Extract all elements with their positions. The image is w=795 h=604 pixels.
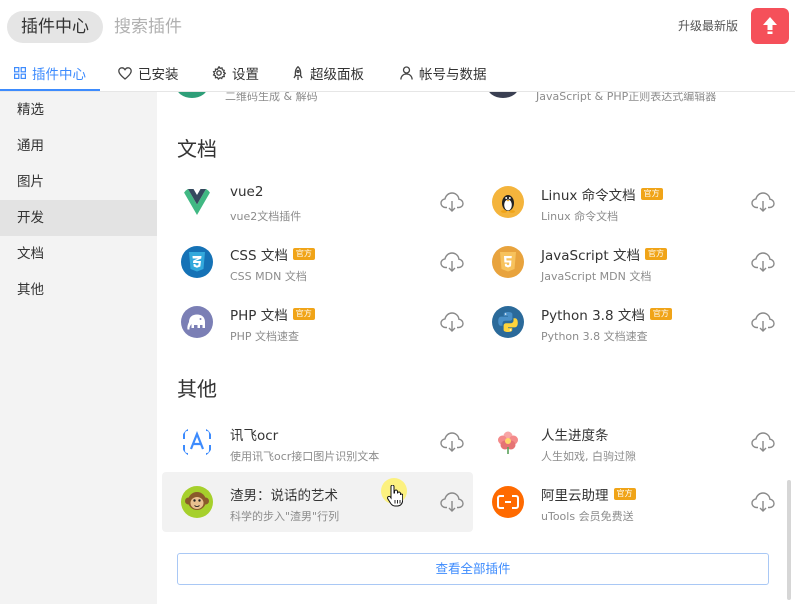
plugin-desc: Python 3.8 文档速查 bbox=[541, 330, 648, 343]
official-badge: 官方 bbox=[292, 308, 315, 320]
plugin-name: Python 3.8 文档 官方 bbox=[541, 304, 672, 324]
rocket-icon bbox=[293, 65, 303, 80]
cloud-download-icon[interactable] bbox=[440, 252, 464, 272]
header: 插件中心 升级最新版 bbox=[0, 0, 795, 54]
sidebar-item-docs[interactable]: 文档 bbox=[0, 236, 157, 272]
js-shield-icon bbox=[492, 246, 524, 278]
plugin-card-php-docs[interactable]: PHP 文档 官方 PHP 文档速查 bbox=[162, 292, 473, 352]
plugin-desc: 科学的步入"渣男"行列 bbox=[230, 510, 340, 523]
tab-account-data[interactable]: 帐号与数据 bbox=[400, 54, 487, 92]
plugin-name: PHP 文档 官方 bbox=[230, 304, 315, 324]
python-logo-icon bbox=[492, 306, 524, 338]
view-all-plugins-button[interactable]: 查看全部插件 bbox=[177, 553, 769, 585]
plugin-name: 讯飞ocr bbox=[230, 428, 279, 444]
plugin-name: 渣男：说话的艺术 bbox=[230, 488, 338, 504]
regex-plugin-icon bbox=[487, 92, 519, 98]
plugin-card-python-docs[interactable]: Python 3.8 文档 官方 Python 3.8 文档速查 bbox=[473, 292, 784, 352]
plugin-desc: vue2文档插件 bbox=[230, 210, 302, 223]
plugin-desc: PHP 文档速查 bbox=[230, 330, 300, 343]
sidebar-item-featured[interactable]: 精选 bbox=[0, 92, 157, 128]
plugin-desc: uTools 会员免费送 bbox=[541, 510, 634, 523]
cloud-download-icon[interactable] bbox=[440, 312, 464, 332]
user-icon bbox=[400, 66, 413, 80]
plugin-card-linux-docs[interactable]: Linux 命令文档 官方 Linux 命令文档 bbox=[473, 172, 784, 232]
ocr-scan-icon bbox=[181, 426, 213, 458]
cloud-download-icon[interactable] bbox=[440, 192, 464, 212]
scrollbar-thumb[interactable] bbox=[787, 480, 791, 600]
aliyun-icon bbox=[492, 486, 524, 518]
arrow-up-icon bbox=[763, 17, 777, 34]
qrcode-plugin-icon bbox=[176, 92, 208, 98]
plugin-desc: 二维码生成 & 解码 bbox=[225, 92, 318, 103]
plugin-desc: Linux 命令文档 bbox=[541, 210, 619, 223]
plugin-card-css-docs[interactable]: CSS 文档 官方 CSS MDN 文档 bbox=[162, 232, 473, 292]
active-tab-indicator bbox=[0, 89, 100, 91]
plugin-card-life-progress[interactable]: 人生进度条 人生如戏, 白驹过隙 bbox=[473, 412, 784, 472]
tab-label: 超级面板 bbox=[310, 67, 364, 83]
upgrade-label[interactable]: 升级最新版 bbox=[678, 17, 738, 34]
cloud-download-icon[interactable] bbox=[751, 492, 775, 512]
tab-label: 已安装 bbox=[138, 67, 179, 83]
heart-icon bbox=[118, 66, 132, 80]
css3-icon bbox=[181, 246, 213, 278]
official-badge: 官方 bbox=[649, 308, 672, 320]
cloud-download-icon[interactable] bbox=[751, 312, 775, 332]
tab-label: 设置 bbox=[232, 67, 259, 83]
sidebar-item-general[interactable]: 通用 bbox=[0, 128, 157, 164]
plugin-name: vue2 bbox=[230, 184, 264, 200]
tab-settings[interactable]: 设置 bbox=[212, 54, 259, 92]
cloud-download-icon[interactable] bbox=[440, 432, 464, 452]
tab-super-panel[interactable]: 超级面板 bbox=[292, 54, 364, 92]
plugin-desc: JavaScript & PHP正则表达式编辑器 bbox=[536, 92, 717, 103]
plugin-name: CSS 文档 官方 bbox=[230, 244, 315, 264]
tab-label: 帐号与数据 bbox=[419, 67, 487, 83]
plugin-name: 阿里云助理 官方 bbox=[541, 484, 636, 504]
monkey-icon bbox=[181, 486, 213, 518]
sidebar-item-development[interactable]: 开发 bbox=[0, 200, 157, 236]
official-badge: 官方 bbox=[644, 248, 667, 260]
tab-installed[interactable]: 已安装 bbox=[118, 54, 179, 92]
tab-plugin-center[interactable]: 插件中心 bbox=[14, 54, 86, 92]
plugin-card-vue2[interactable]: vue2 vue2文档插件 bbox=[162, 172, 473, 232]
cloud-download-icon[interactable] bbox=[751, 252, 775, 272]
plugin-card-art-of-talking[interactable]: 渣男：说话的艺术 科学的步入"渣男"行列 bbox=[162, 472, 473, 532]
sidebar-item-images[interactable]: 图片 bbox=[0, 164, 157, 200]
tab-bar: 插件中心 已安装 设置 超级面板 帐号与数据 bbox=[0, 54, 795, 92]
plugin-desc: CSS MDN 文档 bbox=[230, 270, 307, 283]
elephant-icon bbox=[181, 306, 213, 338]
plugin-card-javascript-docs[interactable]: JavaScript 文档 官方 JavaScript MDN 文档 bbox=[473, 232, 784, 292]
flower-icon bbox=[492, 426, 524, 458]
app-title[interactable]: 插件中心 bbox=[7, 11, 103, 43]
section-title-docs: 文档 bbox=[177, 137, 217, 161]
tab-label: 插件中心 bbox=[32, 67, 86, 83]
upgrade-button[interactable] bbox=[751, 8, 789, 44]
official-badge: 官方 bbox=[292, 248, 315, 260]
cloud-download-icon[interactable] bbox=[751, 432, 775, 452]
hand-cursor-icon bbox=[387, 485, 403, 507]
tux-penguin-icon bbox=[492, 186, 524, 218]
plugin-desc: JavaScript MDN 文档 bbox=[541, 270, 652, 283]
vue-logo-icon bbox=[181, 186, 213, 218]
search-input[interactable] bbox=[108, 11, 358, 43]
gear-icon bbox=[212, 66, 226, 80]
category-sidebar: 精选 通用 图片 开发 文档 其他 bbox=[0, 92, 157, 604]
section-title-other: 其他 bbox=[177, 377, 217, 401]
plugin-name: Linux 命令文档 官方 bbox=[541, 184, 663, 204]
cloud-download-icon[interactable] bbox=[751, 192, 775, 212]
sidebar-item-other[interactable]: 其他 bbox=[0, 272, 157, 308]
official-badge: 官方 bbox=[640, 188, 663, 200]
official-badge: 官方 bbox=[613, 488, 636, 500]
plugin-list[interactable]: 二维码生成 & 解码 JavaScript & PHP正则表达式编辑器 文档 v… bbox=[157, 92, 795, 604]
plugin-desc: 使用讯飞ocr接口图片识别文本 bbox=[230, 450, 380, 463]
plugin-name: 人生进度条 bbox=[541, 428, 609, 444]
cloud-download-icon[interactable] bbox=[440, 492, 464, 512]
grid-icon bbox=[14, 67, 26, 79]
plugin-desc: 人生如戏, 白驹过隙 bbox=[541, 450, 636, 463]
plugin-card-xunfei-ocr[interactable]: 讯飞ocr 使用讯飞ocr接口图片识别文本 bbox=[162, 412, 473, 472]
plugin-card-aliyun-assistant[interactable]: 阿里云助理 官方 uTools 会员免费送 bbox=[473, 472, 784, 532]
plugin-name: JavaScript 文档 官方 bbox=[541, 244, 667, 264]
